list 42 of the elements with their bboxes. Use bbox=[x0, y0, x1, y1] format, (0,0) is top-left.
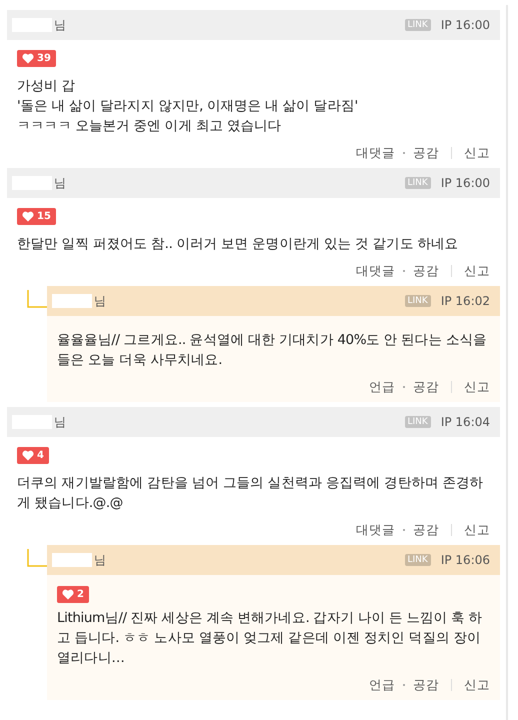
heart-icon bbox=[22, 53, 34, 64]
action-link[interactable]: 공감 bbox=[413, 676, 439, 694]
comment-text: 가성비 갑 '돌은 내 삶이 달라지지 않지만, 이재명은 내 삶이 달라짐' ㅋㅋㅋㅋ 오늘본거 중엔 이게 최고 였습니다 bbox=[17, 77, 359, 136]
comment-text: 한달만 일찍 퍼졌어도 참.. 이러거 보면 운명이란게 있는 것 같기도 하네요 bbox=[17, 235, 460, 254]
ip-time: IP 16:00 bbox=[440, 18, 490, 32]
author-name: 님 bbox=[54, 174, 66, 192]
action-link[interactable]: 대댓글 bbox=[356, 262, 395, 280]
like-badge: 15 bbox=[17, 208, 56, 225]
ip-time: IP 16:04 bbox=[440, 415, 490, 429]
action-link[interactable]: 언급 bbox=[369, 378, 395, 396]
action-link[interactable]: 언급 bbox=[369, 676, 395, 694]
like-badge: 2 bbox=[57, 586, 89, 603]
connector-line bbox=[27, 290, 47, 308]
like-badge: 39 bbox=[17, 50, 56, 67]
heart-icon bbox=[62, 589, 74, 600]
action-link[interactable]: 대댓글 bbox=[356, 144, 395, 162]
action-link[interactable]: 공감 bbox=[413, 262, 439, 280]
action-link[interactable]: 신고 bbox=[464, 676, 490, 694]
action-link[interactable]: 신고 bbox=[464, 262, 490, 280]
action-link[interactable]: 신고 bbox=[464, 522, 490, 538]
author-name: 님 bbox=[94, 292, 106, 310]
like-badge: 4 bbox=[17, 447, 49, 464]
action-link[interactable]: 신고 bbox=[464, 144, 490, 162]
ip-time: IP 16:02 bbox=[440, 294, 490, 308]
comment-text: 더쿠의 재기발랄함에 감탄을 넘어 그들의 실천력과 응집력에 경탄하며 존경하게 됐습니다.@.@ bbox=[17, 474, 484, 513]
redacted-name bbox=[52, 553, 92, 567]
connector-line bbox=[27, 549, 47, 567]
comment-text: Lithium님// 진짜 세상은 계속 변해가네요. 갑자기 나이 든 느낌이 훅 하고 듭니다. ㅎㅎ 노사모 열풍이 엊그제 같은데 이젠 정치인 덕질의 장이 열리다니… bbox=[57, 609, 484, 668]
redacted-name bbox=[52, 294, 92, 308]
heart-icon bbox=[22, 450, 34, 461]
author-name: 님 bbox=[94, 552, 106, 568]
ip-time: IP 16:06 bbox=[440, 553, 490, 567]
action-link[interactable]: 대댓글 bbox=[356, 522, 395, 538]
action-link[interactable]: 신고 bbox=[464, 378, 490, 396]
action-link[interactable]: 공감 bbox=[413, 144, 439, 162]
author-name: 님 bbox=[54, 414, 66, 430]
author-name: 님 bbox=[54, 16, 66, 34]
action-link[interactable]: 공감 bbox=[413, 378, 439, 396]
heart-icon bbox=[22, 211, 34, 222]
ip-time: IP 16:00 bbox=[440, 176, 490, 190]
comment-text: 율율율님// 그르게요.. 윤석열에 대한 기대치가 40%도 안 된다는 소식을 들은 오늘 더욱 사무치네요. bbox=[57, 331, 488, 370]
action-link[interactable]: 공감 bbox=[413, 522, 439, 538]
